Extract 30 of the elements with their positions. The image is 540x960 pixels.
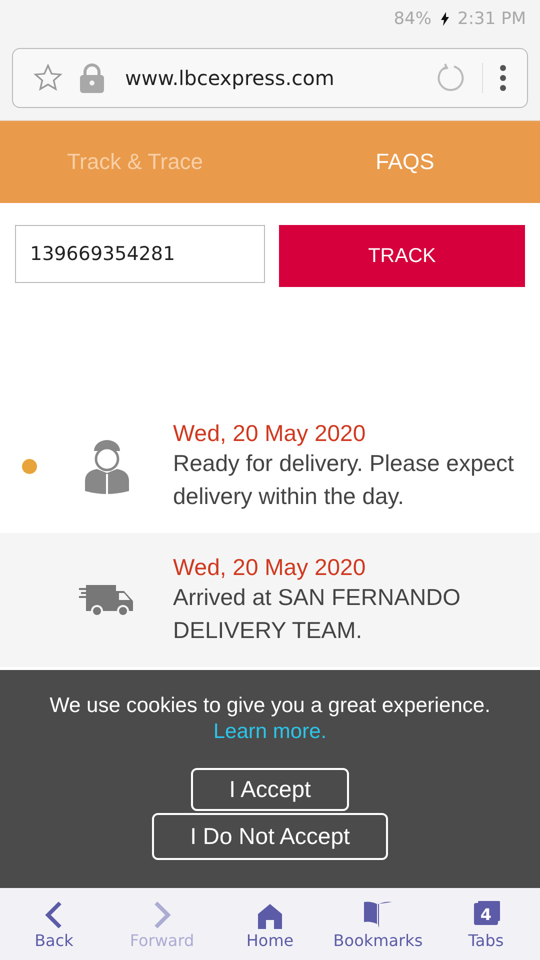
back-icon bbox=[44, 901, 64, 929]
lock-icon bbox=[79, 63, 105, 93]
star-icon[interactable] bbox=[33, 63, 63, 93]
reload-icon[interactable] bbox=[436, 63, 466, 93]
battery-level: 84% bbox=[394, 9, 432, 29]
url-text: www.lbcexpress.com bbox=[125, 66, 336, 90]
forward-icon bbox=[152, 901, 172, 929]
courier-icon bbox=[84, 437, 130, 495]
event-date: Wed, 20 May 2020 bbox=[173, 554, 367, 580]
tab-count-icon: 4 bbox=[474, 903, 498, 925]
event-description: Ready for delivery. Please expect delivery within the day. bbox=[173, 448, 515, 511]
book-icon bbox=[363, 901, 393, 929]
learn-more-link[interactable]: Learn more. bbox=[213, 720, 327, 744]
more-menu-icon[interactable] bbox=[499, 64, 507, 92]
address-bar[interactable]: www.lbcexpress.com bbox=[12, 48, 528, 108]
charging-icon bbox=[440, 12, 450, 26]
event-date: Wed, 20 May 2020 bbox=[173, 420, 367, 446]
cookie-message: We use cookies to give you a great experience. bbox=[50, 694, 490, 718]
decline-button[interactable]: I Do Not Accept bbox=[152, 813, 388, 860]
track-button[interactable]: TRACK bbox=[279, 225, 525, 287]
nav-tabs-button[interactable]: 4 Tabs bbox=[432, 888, 540, 960]
event-description: Arrived at SAN FERNANDO DELIVERY TEAM. bbox=[173, 582, 462, 644]
nav-back-button[interactable]: Back bbox=[0, 888, 108, 960]
accept-button[interactable]: I Accept bbox=[191, 768, 349, 811]
home-icon bbox=[257, 903, 283, 929]
clock: 2:31 PM bbox=[458, 9, 526, 29]
nav-bookmarks-button[interactable]: Bookmarks bbox=[324, 888, 432, 960]
truck-icon bbox=[78, 583, 134, 617]
tracking-number-field[interactable]: 139669354281 bbox=[15, 225, 265, 283]
nav-home-button[interactable]: Home bbox=[216, 888, 324, 960]
